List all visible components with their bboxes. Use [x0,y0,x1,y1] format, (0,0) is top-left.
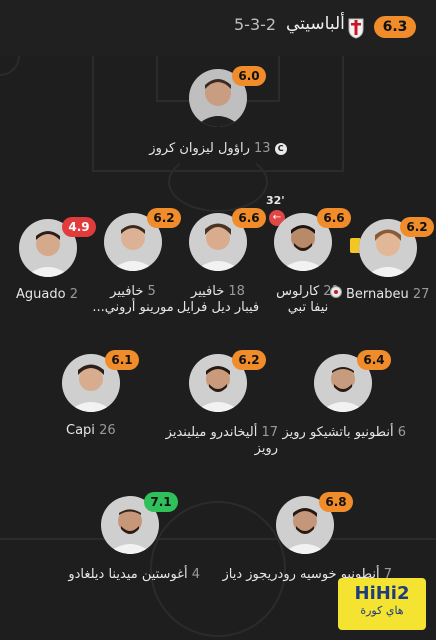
penalty-arc-line [168,152,268,212]
player-name: خافيير [191,284,225,299]
player-number: 2 [69,287,78,302]
player-label: 18 خافيير فيبار ديل فرايل [170,284,266,316]
own-goal-icon [330,286,342,298]
substitution-minute: 32' [266,194,285,207]
player-rating: 6.1 [105,350,139,370]
captain-icon: C [274,142,287,155]
player-name: راؤول ليزوان كروز [149,141,250,156]
player-label: 17 أليخاندرو ميلينديز رويز [150,425,278,457]
team-header: 6.3 ألباسيتي 5-3-2 [0,0,436,56]
team-name: ألباسيتي [286,14,345,34]
player-name: أليخاندرو ميلينديز [165,425,258,440]
team-rating-badge: 6.3 [374,16,416,38]
player-name-line2: مورينو أروني... [92,300,174,315]
player-rating: 6.2 [147,208,181,228]
corner-arc-left-line [0,56,20,76]
player-name: أنطونيو باتشيكو رويز [282,425,394,440]
player-rating: 7.1 [144,492,178,512]
player-label: Aguado 2 [16,287,78,303]
player-label: 4 أغوستين ميدينا ديلغادو [58,567,200,583]
player-name: كارلوس [276,284,320,299]
player-label: Capi 26 [66,423,116,439]
player-name: خافيير [110,284,144,299]
player-name-line2: رويز [254,441,278,456]
player-label: 21 كارلوس نيفا تبي [258,284,358,316]
player-number: 6 [397,425,406,440]
player-rating: 4.9 [62,217,96,237]
player-number: 13 [254,141,271,156]
player-rating: 6.4 [357,350,391,370]
player-number: 18 [228,284,245,299]
albacete-crest-icon [348,17,364,39]
player-number: 26 [99,423,116,438]
player-number: 4 [191,567,200,582]
player-label: 6 أنطونيو باتشيكو رويز [276,425,406,441]
player-rating: 6.2 [232,350,266,370]
player-name: Capi [66,423,95,438]
watermark-sub-text: هاي كورة [360,604,404,617]
player-number: 5 [147,284,156,299]
player-name: Aguado [16,287,66,302]
player-name-line2: نيفا تبي [287,300,329,315]
formation-label: 5-3-2 [234,15,277,34]
player-rating: 6.2 [400,217,434,237]
player-rating: 6.8 [319,492,353,512]
player-name: Bernabeu [346,287,409,302]
player-name-line2: فيبار ديل فرايل [176,300,260,315]
player-rating: 6.0 [232,66,266,86]
player-label: C 13 راؤول ليزوان كروز [148,141,288,157]
player-label: Bernabeu 27 [346,287,429,303]
player-rating: 6.6 [317,208,351,228]
player-number: 27 [412,287,430,302]
hihi2-watermark-logo: HiHi2 هاي كورة [338,578,426,630]
watermark-logo-text: HiHi2 [354,583,410,604]
player-name: أغوستين ميدينا ديلغادو [68,567,188,582]
player-rating: 6.6 [232,208,266,228]
